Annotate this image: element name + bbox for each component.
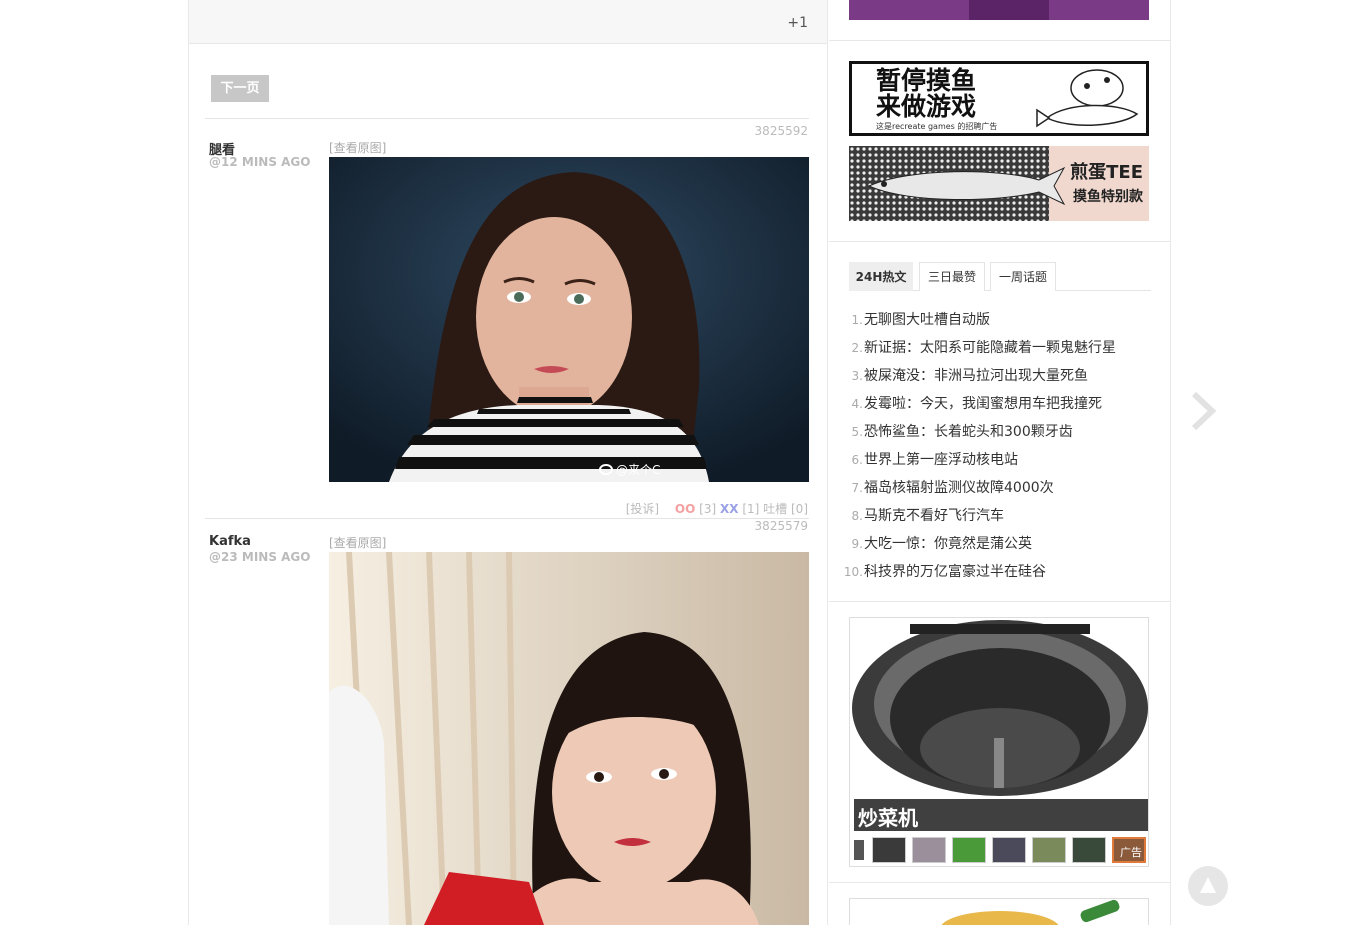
list-title[interactable]: 恐怖鲨鱼：长着蛇头和300颗牙齿 [864,424,1073,440]
tab-three-days[interactable]: 三日最赞 [919,262,985,291]
list-number: 1. [851,313,863,327]
comments-count: [0] [791,502,808,516]
list-title[interactable]: 发霉啦：今天，我闺蜜想用车把我撞死 [864,396,1102,412]
divider [829,882,1171,883]
list-title[interactable]: 科技界的万亿富豪过半在硅谷 [864,564,1046,580]
recruit-ad-banner[interactable]: 暂停摸鱼 来做游戏 这是recreate games 的招聘广告 [849,61,1149,136]
thumbnail[interactable] [1072,837,1106,863]
list-item[interactable]: 4.发霉啦：今天，我闺蜜想用车把我撞死 [843,392,1163,420]
next-page-button[interactable]: 下一页 [211,75,269,102]
tab-24h[interactable]: 24H热文 [849,262,913,291]
comments-link[interactable]: 吐槽 [763,502,787,516]
hot-list: 1.无聊图大吐槽自动版 2.新证据：太阳系可能隐藏着一颗鬼魅行星 3.被屎淹没：… [843,308,1163,588]
plus-one-button[interactable]: +1 [787,15,808,31]
watermark-text: @来个C [616,463,661,477]
recruit-ad-line2: 来做游戏 [876,92,977,121]
list-title[interactable]: 福岛核辐射监测仪故障4000次 [864,480,1054,496]
list-item[interactable]: 3.被屎淹没：非洲马拉河出现大量死鱼 [843,364,1163,392]
list-title[interactable]: 无聊图大吐槽自动版 [864,312,990,328]
recruit-ad-line1: 暂停摸鱼 [876,66,977,95]
list-item[interactable]: 6.世界上第一座浮动核电站 [843,448,1163,476]
post-author: Kafka [209,534,251,549]
bottom-ad[interactable] [849,898,1149,925]
tee-ad-title: 煎蛋TEE [1070,162,1143,183]
list-number: 5. [851,425,863,439]
tee-ad-banner[interactable]: 煎蛋TEE 摸鱼特别款 [849,146,1149,221]
product-caption: 炒菜机 [858,806,918,830]
list-number: 10. [843,565,863,579]
divider [829,601,1171,602]
post-actions: [投诉] OO [3] XX [1] 吐槽 [0] [626,500,808,517]
chevron-right-icon [1191,391,1217,431]
image-watermark: @来个C [599,461,660,478]
list-number: 2. [851,341,863,355]
thumbnail[interactable] [912,837,946,863]
next-post-arrow[interactable] [1186,390,1222,432]
tab-week[interactable]: 一周话题 [990,262,1056,291]
list-title[interactable]: 马斯克不看好飞行汽车 [864,508,1004,524]
list-title[interactable]: 被屎淹没：非洲马拉河出现大量死鱼 [864,368,1088,384]
post-time: @23 MINS AGO [209,550,311,564]
recruit-ad-sub: 这是recreate games 的招聘广告 [876,122,998,131]
page: +1 下一页 3825592 腿看 @12 MINS AGO [查看原图] @来… [0,0,1360,925]
list-title[interactable]: 世界上第一座浮动核电站 [864,452,1018,468]
back-to-top-button[interactable] [1188,866,1228,906]
list-title[interactable]: 新证据：太阳系可能隐藏着一颗鬼魅行星 [864,340,1116,356]
list-number: 4. [851,397,863,411]
product-ad[interactable]: 炒菜机 广告 [849,617,1149,867]
top-ad-banner[interactable] [849,0,1149,20]
triangle-up-icon [1200,877,1216,893]
list-number: 3. [851,369,863,383]
main-column: +1 下一页 3825592 腿看 @12 MINS AGO [查看原图] @来… [188,0,828,925]
list-item[interactable]: 8.马斯克不看好飞行汽车 [843,504,1163,532]
divider [829,40,1171,41]
tee-ad-sub: 摸鱼特别款 [1073,189,1143,205]
list-number: 7. [851,481,863,495]
xx-button[interactable]: XX [720,502,739,516]
hot-tabs: 24H热文 三日最赞 一周话题 [849,262,1151,291]
thumbnail[interactable]: 广告 [1112,837,1146,863]
report-link[interactable]: [投诉] [626,502,659,516]
ad-badge: 广告 [1120,846,1142,859]
list-item[interactable]: 10.科技界的万亿富豪过半在硅谷 [843,560,1163,588]
post-time: @12 MINS AGO [209,155,311,169]
list-item[interactable]: 2.新证据：太阳系可能隐藏着一颗鬼魅行星 [843,336,1163,364]
thumbnail[interactable] [992,837,1026,863]
divider [205,518,809,519]
list-item[interactable]: 7.福岛核辐射监测仪故障4000次 [843,476,1163,504]
thumbnail[interactable] [872,837,906,863]
list-number: 9. [851,537,863,551]
list-title[interactable]: 大吃一惊：你竟然是蒲公英 [864,536,1032,552]
list-number: 6. [851,453,863,467]
xx-count: [1] [742,502,760,516]
view-original-link[interactable]: [查看原图] [329,534,386,551]
list-item[interactable]: 1.无聊图大吐槽自动版 [843,308,1163,336]
post-id[interactable]: 3825592 [755,124,808,138]
product-caption-bar: 炒菜机 [854,799,1148,831]
product-thumbnails: 广告 [854,837,1146,863]
post-image[interactable] [329,552,809,925]
mascot-icon [1036,69,1139,128]
divider [205,118,809,119]
thumbnail[interactable] [1032,837,1066,863]
oo-button[interactable]: OO [675,502,695,516]
previous-post-footer: +1 [189,0,827,44]
sidebar: 暂停摸鱼 来做游戏 这是recreate games 的招聘广告 煎蛋TEE 摸… [829,0,1171,925]
list-number: 8. [851,509,863,523]
post-id[interactable]: 3825579 [755,519,808,533]
view-original-link[interactable]: [查看原图] [329,139,386,156]
oo-count: [3] [699,502,717,516]
divider [829,241,1171,242]
weibo-icon [599,464,613,475]
thumbnail[interactable] [854,840,864,860]
list-item[interactable]: 9.大吃一惊：你竟然是蒲公英 [843,532,1163,560]
thumbnail[interactable] [952,837,986,863]
list-item[interactable]: 5.恐怖鲨鱼：长着蛇头和300颗牙齿 [843,420,1163,448]
post-image[interactable] [329,157,809,482]
